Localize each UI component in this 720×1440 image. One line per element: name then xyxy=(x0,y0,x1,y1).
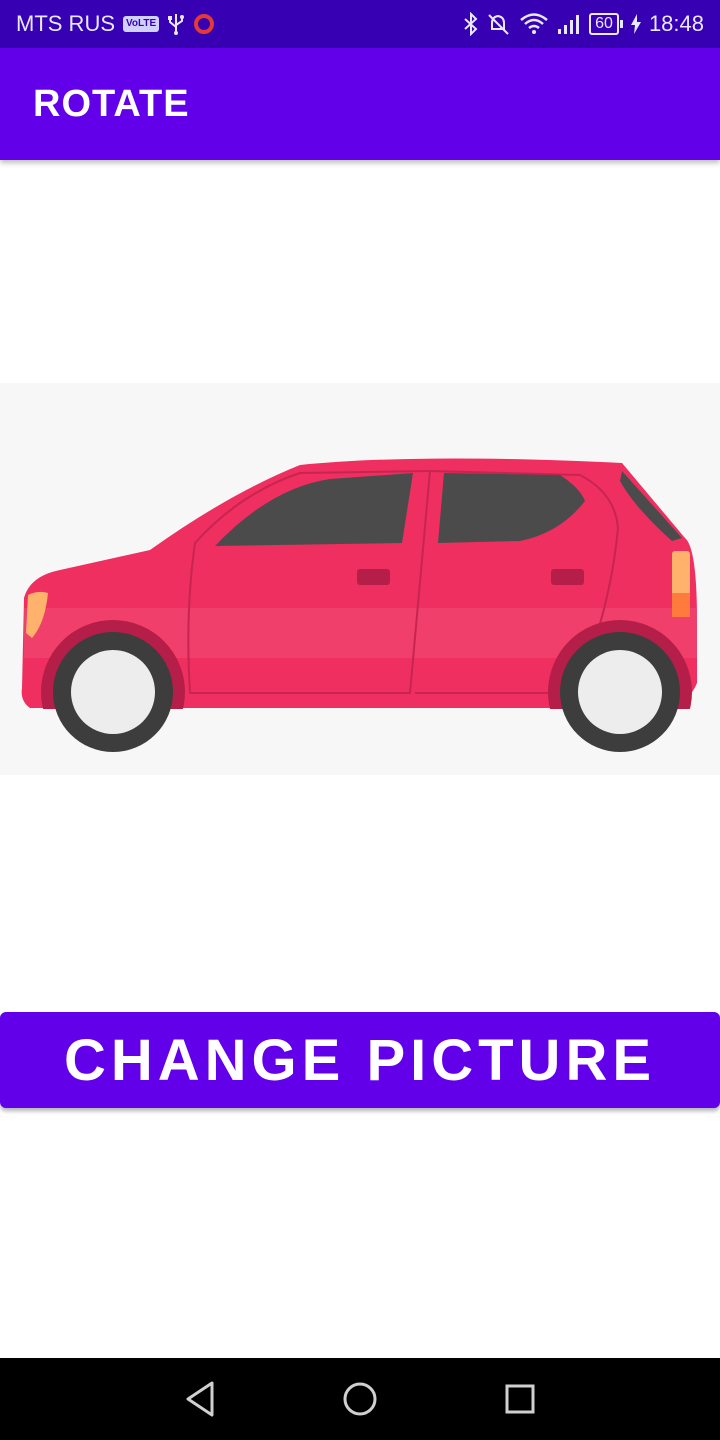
carrier-name: MTS RUS xyxy=(16,11,115,36)
red-car-image xyxy=(0,383,720,775)
volte-icon: VoLTE xyxy=(123,16,160,32)
charging-icon xyxy=(630,14,641,34)
app-title: ROTATE xyxy=(33,82,190,125)
rear-door-handle xyxy=(551,569,584,585)
bluetooth-icon xyxy=(463,12,479,36)
record-icon xyxy=(193,13,215,35)
wifi-icon xyxy=(519,12,549,36)
mute-icon xyxy=(487,12,511,36)
battery-icon: 60 xyxy=(589,13,623,35)
status-left: MTS RUS VoLTE xyxy=(16,11,215,37)
screen: MTS RUS VoLTE 60 18:48 ROTATE CHANGE PIC… xyxy=(0,0,720,1440)
front-wheel-hub xyxy=(71,650,155,734)
car-illustration xyxy=(21,458,710,775)
signal-icon xyxy=(557,13,581,35)
recents-icon[interactable] xyxy=(480,1358,560,1440)
status-right: 60 18:48 xyxy=(463,11,704,37)
status-bar: MTS RUS VoLTE 60 18:48 xyxy=(0,0,720,48)
navigation-bar xyxy=(0,1358,720,1440)
app-bar: ROTATE xyxy=(0,48,720,160)
rear-wheel-hub xyxy=(578,650,662,734)
usb-icon xyxy=(167,13,185,35)
front-door-handle xyxy=(357,569,390,585)
battery-cap xyxy=(619,20,623,28)
change-picture-button[interactable]: CHANGE PICTURE xyxy=(0,1012,720,1108)
clock: 18:48 xyxy=(648,11,704,36)
battery-level: 60 xyxy=(589,13,619,35)
home-icon[interactable] xyxy=(320,1358,400,1440)
tail-light-lower xyxy=(672,593,690,617)
back-icon[interactable] xyxy=(160,1358,240,1440)
